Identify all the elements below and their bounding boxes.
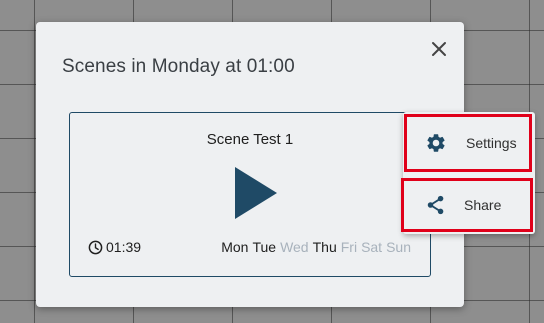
- scene-name: Scene Test 1: [206, 131, 294, 148]
- share-label: Share: [464, 197, 502, 213]
- dialog-title: Scenes in Monday at 01:00: [62, 56, 295, 77]
- duration-value: 01:39: [106, 239, 142, 255]
- day-mon: Mon: [221, 239, 249, 255]
- scene-context-menu: Settings Share: [401, 112, 535, 234]
- day-wed: Wed: [280, 239, 309, 255]
- day-tue: Tue: [252, 239, 277, 255]
- day-fri: Fri: [340, 239, 358, 255]
- settings-menu-item[interactable]: Settings: [404, 114, 532, 172]
- play-icon: [235, 167, 277, 219]
- scene-days: Mon Tue Wed Thu Fri Sat Sun: [221, 239, 411, 255]
- settings-label: Settings: [466, 135, 517, 151]
- scene-duration: 01:39: [88, 239, 141, 255]
- scenes-dialog: Scenes in Monday at 01:00 Scene Test 1 0…: [36, 22, 464, 307]
- day-thu: Thu: [312, 239, 337, 255]
- gear-icon: [424, 131, 448, 155]
- clock-icon: [88, 240, 103, 254]
- day-sat: Sat: [361, 239, 383, 255]
- scene-card[interactable]: Scene Test 1 01:39 Mon Tue Wed Thu Fri S…: [69, 112, 431, 277]
- close-icon: [432, 42, 446, 56]
- day-sun: Sun: [386, 239, 411, 255]
- close-button[interactable]: [428, 38, 450, 60]
- play-button[interactable]: [235, 167, 277, 219]
- share-menu-item[interactable]: Share: [401, 178, 533, 232]
- share-icon: [424, 193, 448, 217]
